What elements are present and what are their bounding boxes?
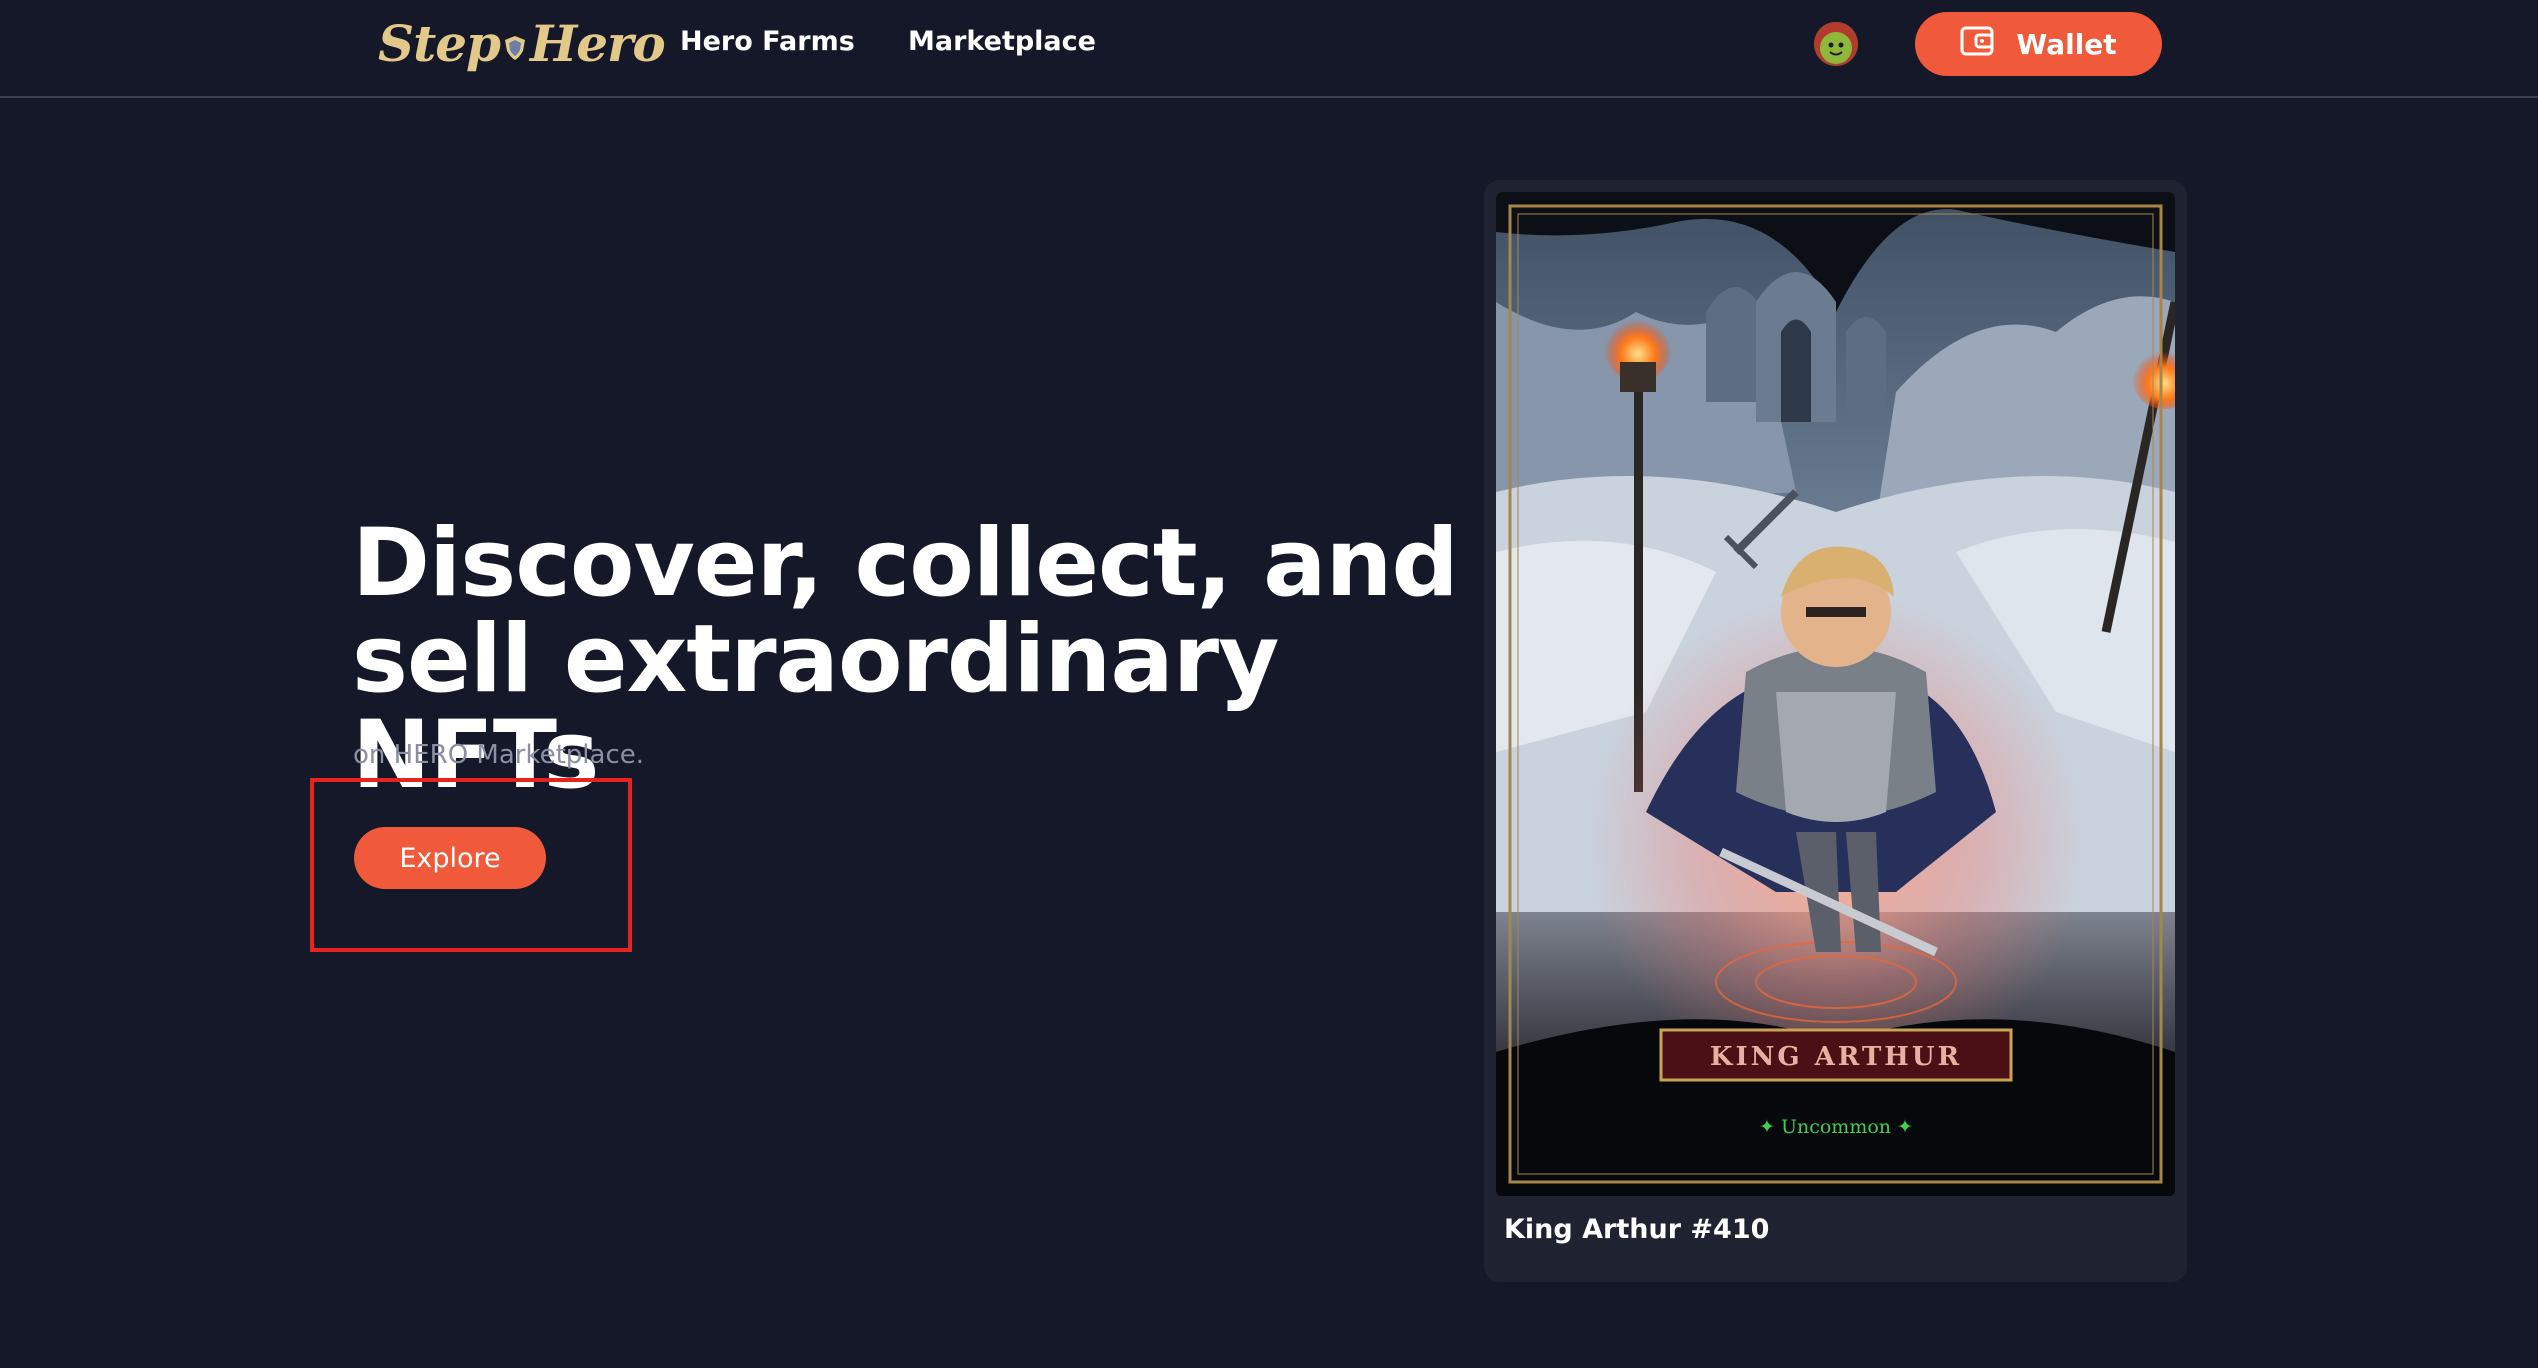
shield-icon xyxy=(504,14,526,73)
art-title-text: KING ARTHUR xyxy=(1710,1042,1962,1072)
nav-hero-farms[interactable]: Hero Farms xyxy=(680,26,855,57)
wallet-button[interactable]: Wallet xyxy=(1915,12,2162,76)
hero-title-line1: Discover, collect, and xyxy=(352,509,1459,618)
nav-marketplace[interactable]: Marketplace xyxy=(908,26,1096,57)
logo-text-left: Step xyxy=(378,13,501,73)
hero-title-line2: sell extraordinary NFTs xyxy=(352,605,1279,810)
nft-name: King Arthur #410 xyxy=(1504,1214,1770,1245)
hero-subtitle: on HERO Marketplace. xyxy=(353,740,645,770)
highlight-box xyxy=(310,778,632,952)
wallet-icon xyxy=(1960,26,1994,63)
wallet-label: Wallet xyxy=(2016,27,2117,61)
featured-nft-card[interactable]: KING ARTHUR ✦ Uncommon ✦ King Arthur #41… xyxy=(1484,180,2187,1282)
rarity-text: ✦ Uncommon ✦ xyxy=(1759,1116,1913,1138)
stephero-logo[interactable]: Step Hero xyxy=(378,12,666,74)
logo-text-right: Hero xyxy=(529,13,666,73)
avatar-icon[interactable] xyxy=(1814,22,1858,66)
top-navbar: Step Hero Hero Farms Marketplace Wallet xyxy=(0,0,2538,98)
nft-artwork: KING ARTHUR ✦ Uncommon ✦ xyxy=(1496,192,2175,1196)
